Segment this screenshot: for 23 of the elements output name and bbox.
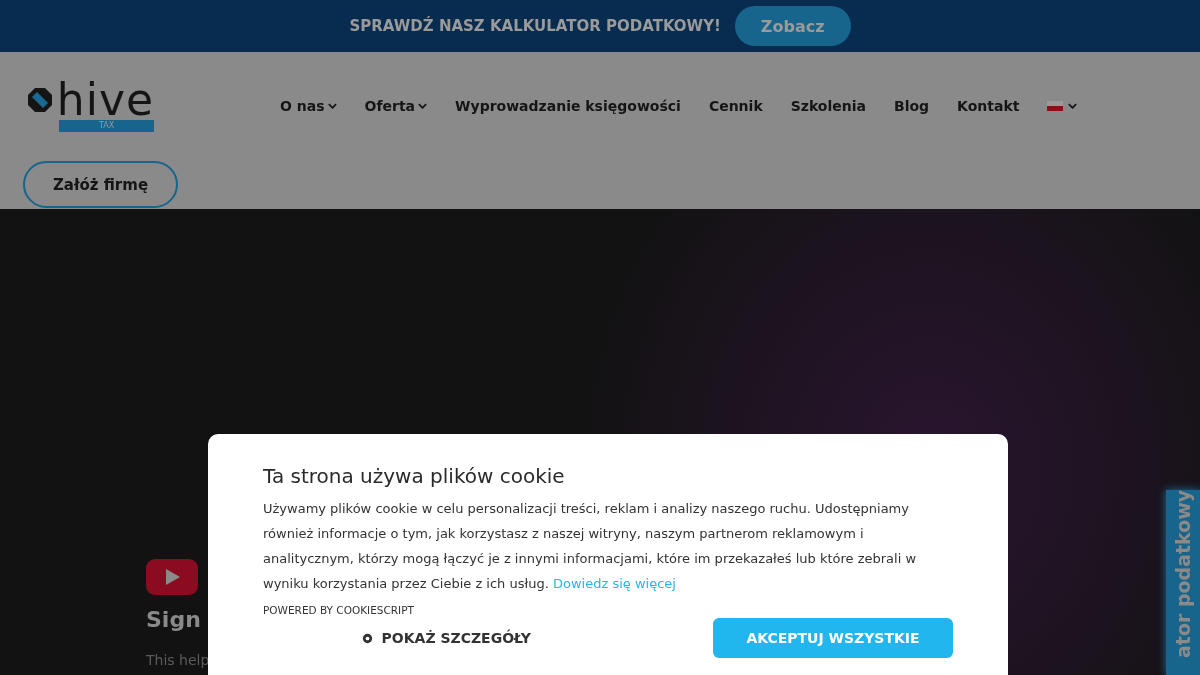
video-heading: Sign: [146, 607, 202, 632]
nav-link[interactable]: O nas: [280, 98, 337, 114]
logo-text: hive: [56, 80, 154, 120]
nav-link[interactable]: Oferta: [364, 98, 428, 114]
nav-link[interactable]: Szkolenia: [790, 98, 866, 114]
flag-icon: [1047, 101, 1064, 111]
nav-link[interactable]: Blog: [894, 98, 930, 114]
logo-icon: [26, 87, 53, 113]
play-icon: [146, 559, 198, 595]
dialog-text: Używamy plików cookie w celu personalizacji treści, reklam i analizy naszego ruchu. Udostępniamy również informacje o tym, jak korzystasz z naszej witryny, naszym partnerom reklamowym i analitycznym, którzy mogą łączyć je z innymi informacjami, które im przekazałeś lub które zebrali w wyniku korzystania przez Ciebie z ich usług. Dowiedz się więcej: [263, 500, 918, 593]
powered-by-text: POWERED BY COOKIESCRIPT: [263, 604, 415, 616]
chevron-down-icon: [1068, 103, 1078, 109]
nav-link[interactable]: Wyprowadzanie księgowości: [455, 98, 681, 114]
promo-text: SPRAWDŹ NASZ KALKULATOR PODATKOWY!: [349, 17, 721, 35]
show-details-button[interactable]: POKAŻ SZCZEGÓŁY: [328, 618, 563, 658]
video-text: This help: [146, 652, 210, 668]
dialog-title: Ta strona używa plików cookie: [263, 464, 566, 488]
chevron-down-icon: [327, 103, 337, 109]
language-selector[interactable]: [1047, 101, 1078, 111]
nav-link[interactable]: Cennik: [708, 98, 763, 114]
chevron-down-icon: [418, 103, 428, 109]
nav-link[interactable]: Kontakt: [957, 98, 1020, 114]
logo-tag: TAX: [59, 120, 154, 132]
